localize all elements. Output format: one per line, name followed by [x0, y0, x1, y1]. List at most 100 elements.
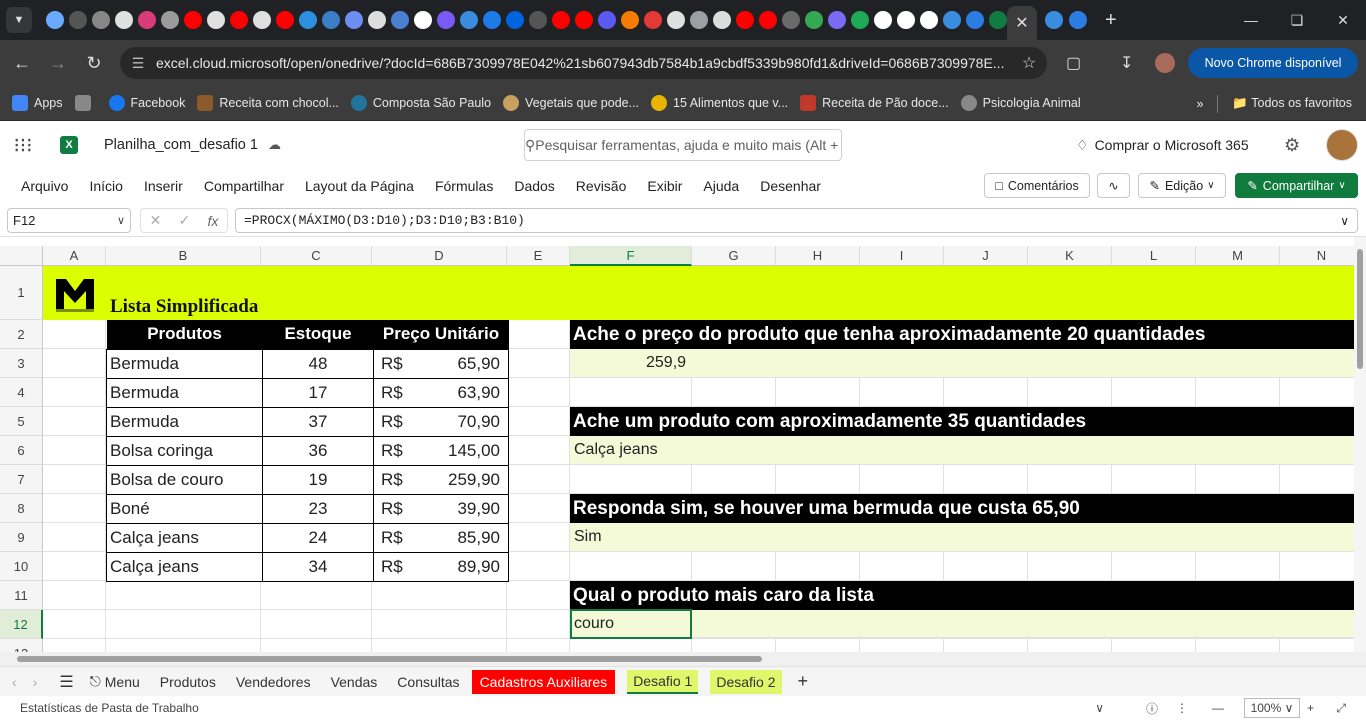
product-name[interactable]: Bolsa de couro: [106, 464, 263, 495]
grid-cell[interactable]: [1280, 465, 1354, 494]
grid-cell[interactable]: [776, 465, 860, 494]
menu-revisao[interactable]: Revisão: [576, 178, 627, 194]
tab-consultas[interactable]: Consultas: [397, 670, 459, 694]
row-header[interactable]: 7: [0, 465, 43, 494]
product-stock[interactable]: 23: [262, 493, 374, 524]
bookmark-grid[interactable]: [74, 95, 97, 111]
grid-cell[interactable]: [43, 639, 106, 652]
menu-formulas[interactable]: Fórmulas: [435, 178, 493, 194]
expand-formula-icon[interactable]: ∨: [1340, 214, 1349, 228]
tab-favicon[interactable]: [253, 11, 271, 29]
grid-cell[interactable]: [860, 465, 944, 494]
menu-layout-pagina[interactable]: Layout da Página: [305, 178, 414, 194]
onedrive-icon[interactable]: [943, 11, 961, 29]
question-3[interactable]: Responda sim, se houver uma bermuda que …: [570, 494, 1354, 523]
grid-cell[interactable]: [692, 378, 776, 407]
tab-favicon[interactable]: [92, 11, 110, 29]
grid-cell[interactable]: [776, 639, 860, 652]
grid-cell[interactable]: [507, 407, 570, 436]
grid-cell[interactable]: [1280, 552, 1354, 581]
tab-favicon[interactable]: [598, 11, 616, 29]
document-name[interactable]: Planilha_com_desafio 1: [104, 137, 258, 153]
tab-favicon[interactable]: [483, 11, 501, 29]
row-header[interactable]: 4: [0, 378, 43, 407]
product-name[interactable]: Calça jeans: [106, 522, 263, 553]
grid-cell[interactable]: [43, 436, 106, 465]
zoom-select[interactable]: 100% ∨: [1244, 698, 1300, 718]
grid-cell[interactable]: [944, 378, 1028, 407]
workbook-statistics[interactable]: Estatísticas de Pasta de Trabalho: [20, 701, 199, 715]
column-header[interactable]: E: [507, 246, 570, 266]
tab-favicon[interactable]: [437, 11, 455, 29]
product-price[interactable]: R$ 259,90: [373, 464, 509, 495]
menu-exibir[interactable]: Exibir: [647, 178, 682, 194]
tab-favicon[interactable]: [667, 11, 685, 29]
grid-cell[interactable]: [1196, 639, 1280, 652]
share-button[interactable]: ✎ Compartilhar ∨: [1235, 173, 1358, 198]
grid-cell[interactable]: [944, 465, 1028, 494]
youtube-icon[interactable]: [575, 11, 593, 29]
extensions-icon[interactable]: ▢: [1066, 40, 1081, 86]
download-icon[interactable]: ↧: [1120, 40, 1133, 86]
grid-cell[interactable]: [507, 494, 570, 523]
grid-cell[interactable]: [1280, 378, 1354, 407]
grid-cell[interactable]: [372, 581, 507, 610]
product-price[interactable]: R$ 89,90: [373, 551, 509, 582]
restore-icon[interactable]: ❏: [1274, 12, 1320, 29]
next-sheet-icon[interactable]: ›: [33, 670, 38, 694]
search-input[interactable]: ⚲ Pesquisar ferramentas, ajuda e muito m…: [524, 129, 842, 161]
product-name[interactable]: Bolsa coringa: [106, 435, 263, 466]
row-header[interactable]: 6: [0, 436, 43, 465]
tab-favicon[interactable]: [46, 11, 64, 29]
tab-cadastros-auxiliares[interactable]: Cadastros Auxiliares: [471, 669, 616, 694]
grid-cell[interactable]: [944, 552, 1028, 581]
grid-cell[interactable]: [776, 378, 860, 407]
grid-cell[interactable]: [43, 494, 106, 523]
bookmark-item[interactable]: Vegetais que pode...: [503, 95, 639, 111]
tab-favicon[interactable]: [299, 11, 317, 29]
grid-cell[interactable]: [570, 465, 692, 494]
add-sheet-button[interactable]: +: [798, 670, 809, 694]
all-sheets-icon[interactable]: ☰: [59, 670, 73, 694]
answer-2[interactable]: Calça jeans: [570, 436, 1354, 465]
row-header[interactable]: 5: [0, 407, 43, 436]
name-box[interactable]: F12 ∨: [7, 208, 131, 233]
row-header[interactable]: 11: [0, 581, 43, 610]
vertical-scroll-thumb[interactable]: [1357, 249, 1363, 369]
tab-favicon[interactable]: [805, 11, 823, 29]
grid-cell[interactable]: [507, 639, 570, 652]
product-stock[interactable]: 36: [262, 435, 374, 466]
grid-cell[interactable]: [1112, 552, 1196, 581]
user-avatar[interactable]: [1326, 129, 1358, 161]
column-header[interactable]: A: [43, 246, 106, 266]
grid-cell[interactable]: [944, 639, 1028, 652]
tab-favicon[interactable]: [621, 11, 639, 29]
bookmark-item[interactable]: Receita de Pão doce...: [800, 95, 949, 111]
row-header[interactable]: 13: [0, 639, 43, 652]
product-price[interactable]: R$ 63,90: [373, 377, 509, 408]
tab-favicon[interactable]: [460, 11, 478, 29]
grid-cell[interactable]: [106, 610, 261, 639]
view-icon[interactable]: ⋮: [1176, 701, 1188, 715]
product-name[interactable]: Calça jeans: [106, 551, 263, 582]
zoom-in-icon[interactable]: +: [1307, 701, 1314, 715]
tab-favicon[interactable]: [690, 11, 708, 29]
settings-gear-icon[interactable]: ⚙: [1284, 121, 1300, 169]
grid-cell[interactable]: [372, 610, 507, 639]
menu-dados[interactable]: Dados: [514, 178, 554, 194]
menu-desenhar[interactable]: Desenhar: [760, 178, 821, 194]
grid-cell[interactable]: [261, 610, 372, 639]
grid-cell[interactable]: [1028, 378, 1112, 407]
bookmark-item[interactable]: Psicologia Animal: [960, 95, 1081, 111]
bookmark-facebook[interactable]: Facebook: [108, 95, 185, 111]
grid-cell[interactable]: [43, 581, 106, 610]
product-price[interactable]: R$ 145,00: [373, 435, 509, 466]
tab-favicon[interactable]: [1069, 11, 1087, 29]
tab-search-button[interactable]: ▼: [6, 7, 32, 33]
grid-cell[interactable]: [860, 639, 944, 652]
vertical-scrollbar[interactable]: [1354, 237, 1366, 652]
bookmark-apps[interactable]: Apps: [12, 95, 63, 111]
profile-avatar[interactable]: [1155, 40, 1175, 86]
column-header[interactable]: G: [692, 246, 776, 266]
column-header[interactable]: B: [106, 246, 261, 266]
